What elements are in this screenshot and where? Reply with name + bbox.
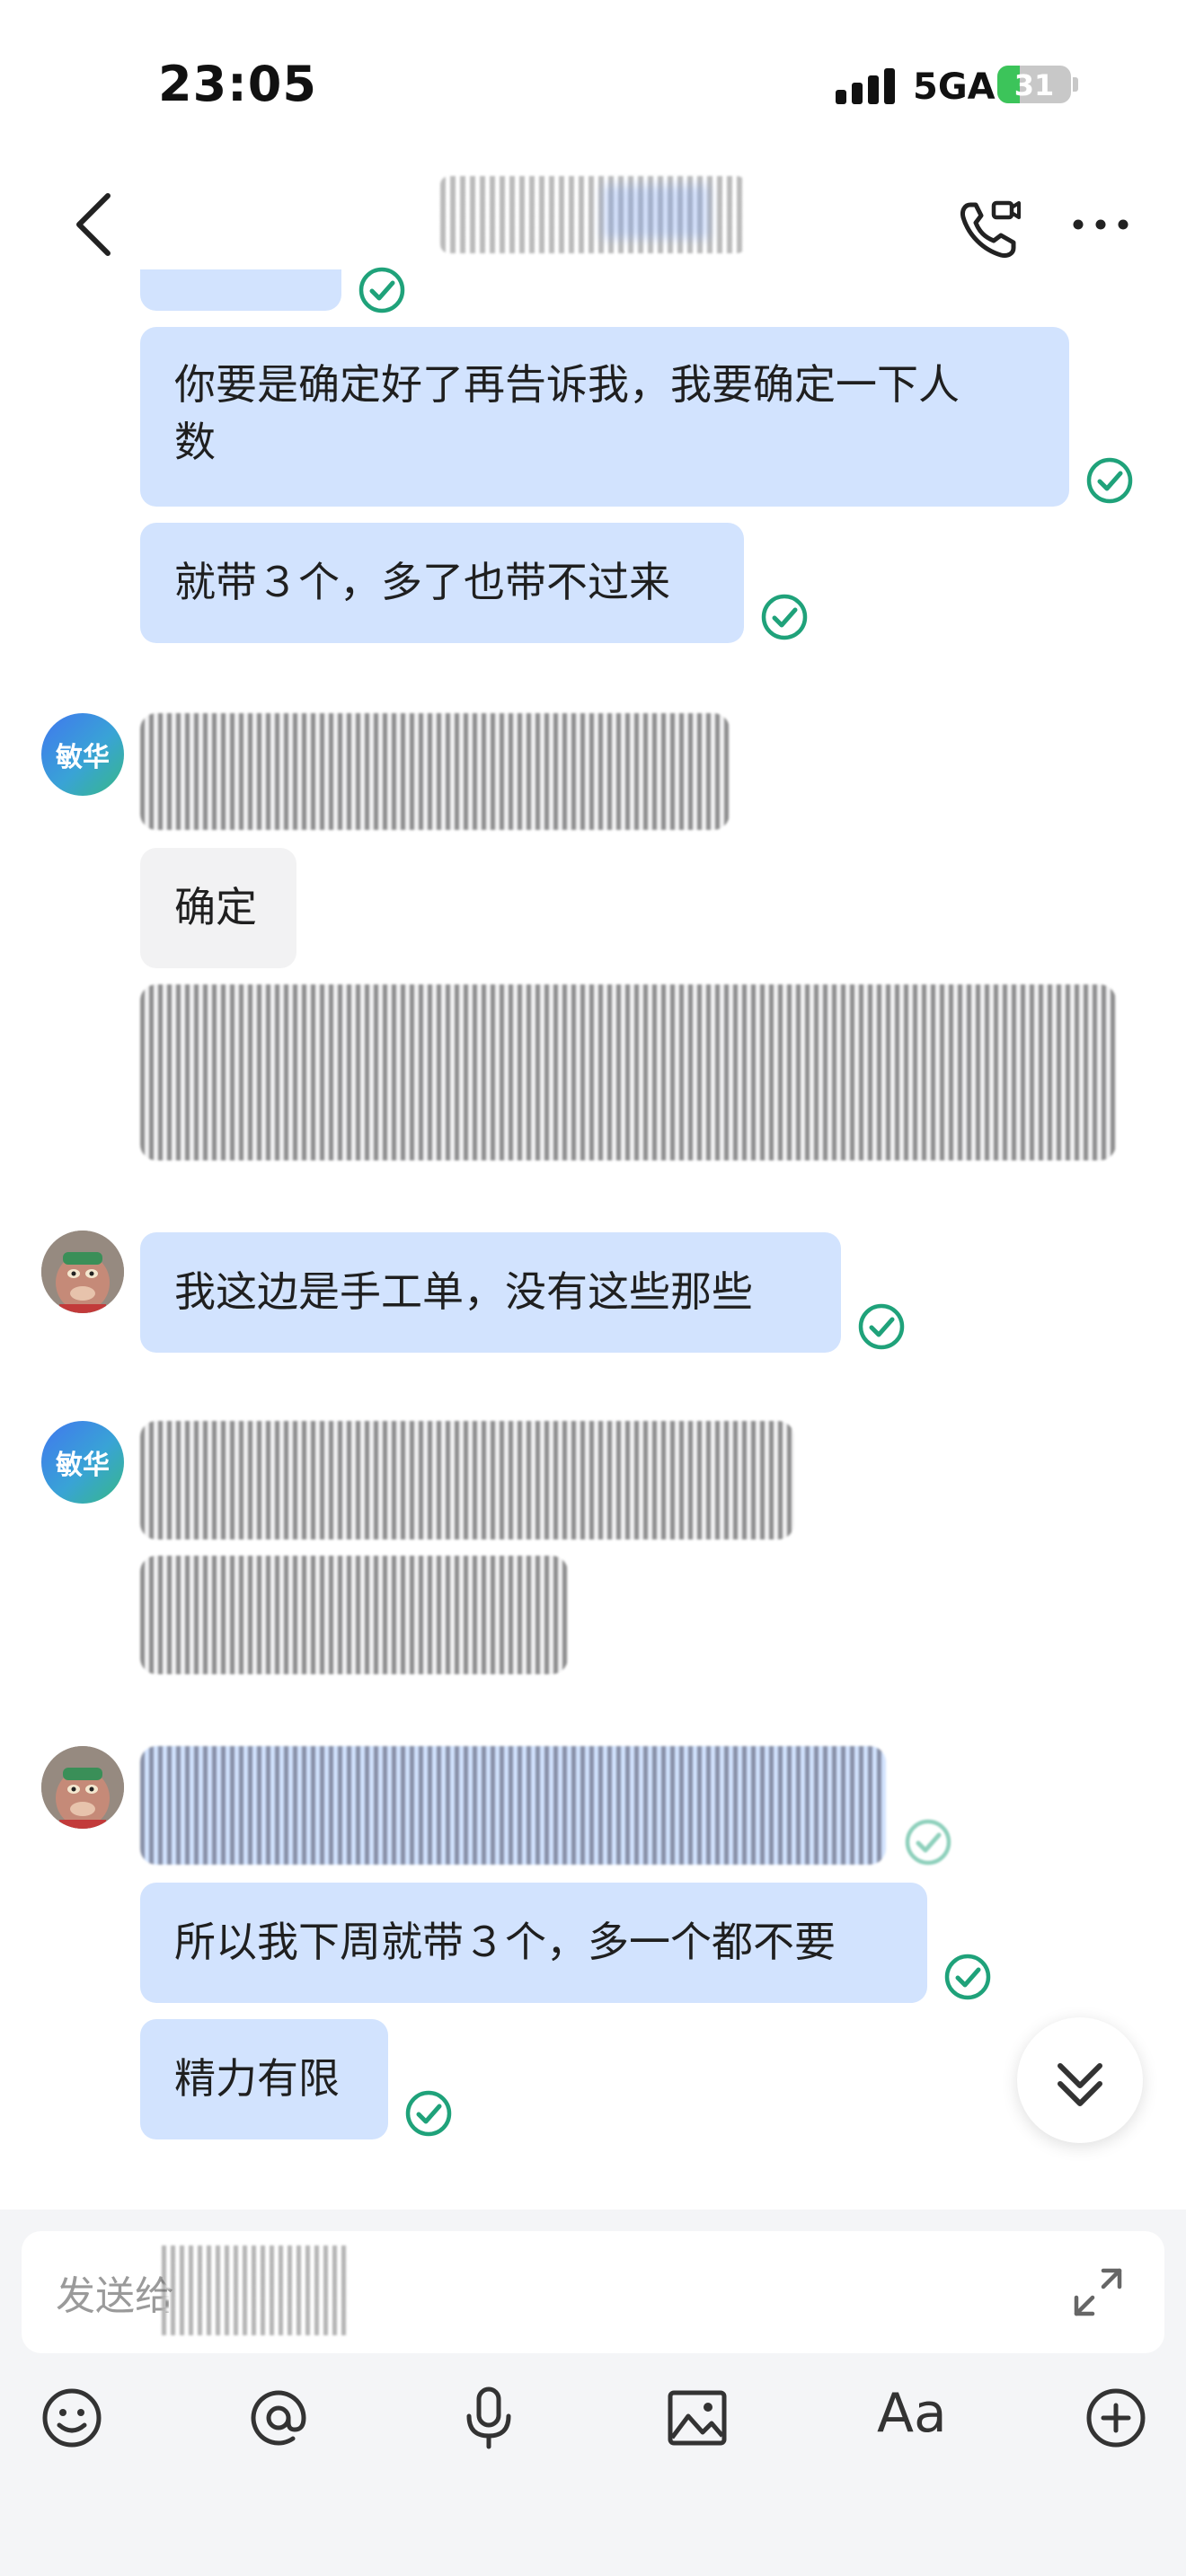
message-bubble-redacted[interactable] (140, 1421, 794, 1539)
read-receipt-icon (905, 1819, 951, 1866)
battery-level: 31 (1013, 68, 1055, 102)
message-text-line: 数 (174, 418, 216, 466)
message-input-placeholder: 发送给 (56, 2273, 174, 2319)
message-text-line: 你要是确定好了再告诉我，我要确定一下人 (174, 360, 960, 409)
message-bubble-redacted[interactable] (140, 713, 730, 830)
read-receipt-icon (1086, 457, 1133, 504)
user-avatar[interactable] (41, 1231, 124, 1313)
read-receipt-icon (944, 1954, 991, 2000)
message-bubble[interactable]: 所以我下周就带３个，多一个都不要 (140, 1883, 927, 2003)
read-receipt-icon (405, 2090, 452, 2137)
signal-strength-icon (836, 68, 897, 104)
image-icon[interactable] (661, 2382, 733, 2454)
message-bubble[interactable]: 你要是确定好了再告诉我，我要确定一下人 数 (140, 327, 1069, 507)
microphone-icon[interactable] (453, 2382, 525, 2454)
message-text: 就带３个，多了也带不过来 (174, 558, 670, 606)
read-receipt-icon (858, 1303, 905, 1350)
message-bubble[interactable]: 确定 (140, 848, 296, 968)
message-bubble[interactable]: 就带３个，多了也带不过来 (140, 523, 744, 643)
more-icon[interactable] (1069, 207, 1132, 243)
back-icon[interactable] (68, 189, 122, 260)
contact-avatar[interactable]: 敏华 (41, 713, 124, 796)
expand-icon[interactable] (1069, 2263, 1127, 2321)
status-time: 23:05 (158, 56, 317, 112)
text-format-icon[interactable]: Aa (877, 2382, 947, 2445)
read-receipt-icon (761, 594, 808, 640)
message-bubble-redacted[interactable] (140, 1556, 568, 1674)
message-bubble[interactable]: 我这边是手工单，没有这些那些 (140, 1232, 841, 1353)
ape-avatar-icon (41, 1746, 124, 1829)
text-format-label: Aa (877, 2382, 947, 2445)
emoji-icon[interactable] (36, 2382, 108, 2454)
battery-tip (1073, 77, 1078, 92)
message-bubble[interactable]: 精力有限 (140, 2019, 388, 2139)
message-text: 精力有限 (174, 2054, 340, 2103)
message-bubble-partial[interactable] (140, 269, 341, 311)
message-text: 所以我下周就带３个，多一个都不要 (174, 1918, 836, 1966)
mention-icon[interactable] (243, 2382, 314, 2454)
message-text: 我这边是手工单，没有这些那些 (174, 1267, 753, 1316)
contact-avatar[interactable]: 敏华 (41, 1421, 124, 1504)
double-chevron-down-icon (1058, 2063, 1102, 2106)
placeholder-redacted (162, 2245, 350, 2335)
message-text: 确定 (174, 883, 257, 931)
user-avatar[interactable] (41, 1746, 124, 1829)
ape-avatar-icon (41, 1231, 124, 1313)
chat-title-redacted (440, 176, 746, 253)
scroll-to-bottom-button[interactable] (1017, 2017, 1143, 2143)
network-type: 5GA (913, 66, 996, 108)
battery-icon: 31 (997, 66, 1071, 103)
message-bubble-redacted[interactable] (140, 1746, 886, 1865)
phone-call-icon[interactable] (958, 198, 1021, 260)
read-receipt-icon (358, 267, 405, 313)
add-icon[interactable] (1080, 2382, 1152, 2454)
message-bubble-redacted[interactable] (140, 984, 1116, 1160)
